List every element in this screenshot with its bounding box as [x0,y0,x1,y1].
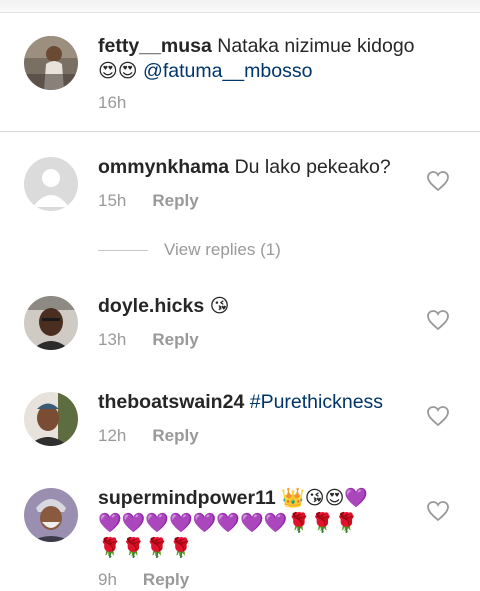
timestamp: 9h [98,570,117,589]
avatar[interactable] [24,392,78,446]
view-replies-line [98,249,148,251]
comment-meta: 12h Reply [98,426,199,446]
view-replies[interactable]: View replies (1) [98,240,281,260]
comment-meta: 13h Reply [98,330,199,350]
username[interactable]: fetty__musa [98,35,212,57]
comment-body: Du lako pekeako? [234,156,391,178]
reply-button[interactable]: Reply [143,570,189,590]
avatar[interactable] [24,488,78,542]
divider [0,131,480,132]
timestamp: 12h [98,426,127,445]
reply-button[interactable]: Reply [152,330,198,350]
avatar[interactable] [24,36,78,90]
like-heart-icon[interactable] [426,170,450,192]
view-replies-label[interactable]: View replies (1) [164,240,281,260]
avatar[interactable] [24,157,78,211]
username[interactable]: doyle.hicks [98,295,204,317]
like-heart-icon[interactable] [426,500,450,522]
reply-button[interactable]: Reply [152,426,198,446]
comment-emojis-line1: 👑😘😍💜 [281,487,369,509]
username[interactable]: ommynkhama [98,156,229,178]
timestamp: 16h [98,93,127,112]
comment-text: theboatswain24 #Purethickness [98,390,383,415]
comment-meta: 15h Reply [98,191,199,211]
comment-emojis-line2: 💜💜💜💜💜💜💜💜🌹🌹🌹 [98,512,359,534]
caption-body: Nataka nizimue kidogo [217,35,415,57]
caption-meta: 16h [98,93,126,113]
hashtag-link[interactable]: #Purethickness [250,391,383,413]
comment-text: supermindpower11 👑😘😍💜 💜💜💜💜💜💜💜💜🌹🌹🌹 🌹🌹🌹🌹 [98,486,398,561]
timestamp: 15h [98,191,127,210]
avatar[interactable] [24,296,78,350]
caption-text: fetty__musa Nataka nizimue kidogo 😍😍 @fa… [98,34,438,84]
username[interactable]: supermindpower11 [98,487,276,509]
like-heart-icon[interactable] [426,309,450,331]
username[interactable]: theboatswain24 [98,391,244,413]
comment-meta: 9h Reply [98,570,189,590]
like-heart-icon[interactable] [426,405,450,427]
comment-emojis-line3: 🌹🌹🌹🌹 [98,537,193,559]
caption-emojis: 😍😍 [98,60,138,82]
mention-link[interactable]: @fatuma__mbosso [143,60,312,82]
timestamp: 13h [98,330,127,349]
reply-button[interactable]: Reply [152,191,198,211]
comment-emoji: 😘 [209,295,230,317]
top-edge [0,0,480,13]
comment-text: ommynkhama Du lako pekeako? [98,155,391,180]
comment-text: doyle.hicks 😘 [98,294,229,319]
